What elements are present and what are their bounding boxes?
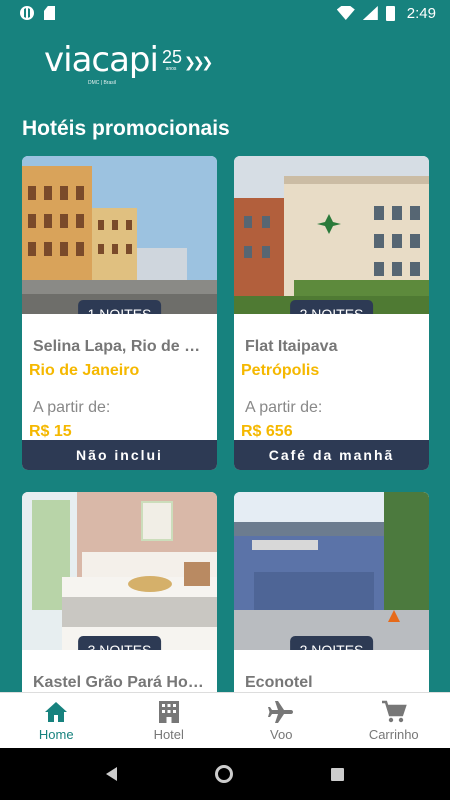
- hotel-photo: 3 NOITES: [22, 492, 217, 650]
- battery-icon: [385, 5, 395, 21]
- nav-label: Home: [38, 726, 74, 742]
- brand-tagline: DMC | Brasil: [88, 80, 116, 86]
- clock: 2:49: [406, 4, 436, 22]
- nav-voo[interactable]: Voo: [225, 693, 338, 748]
- brand-anos: anos: [165, 66, 177, 72]
- home-icon: [43, 700, 69, 724]
- section-title-bold: Hotéis: [22, 117, 87, 140]
- brand-chevrons-icon: ❯❯❯: [184, 54, 213, 70]
- hotel-price: R$ 656: [241, 423, 293, 440]
- section-title-rest: promocionais: [92, 117, 230, 140]
- board-type: Café da manhã: [234, 440, 429, 470]
- hotel-photo: 2 NOITES: [234, 156, 429, 314]
- cart-icon: [381, 700, 407, 724]
- hotel-name: Selina Lapa, Rio de J...: [33, 338, 205, 355]
- hotel-price: R$ 15: [29, 423, 72, 440]
- nav-hotel[interactable]: Hotel: [113, 693, 226, 748]
- sd-card-icon: [44, 6, 55, 20]
- nav-label: Hotel: [153, 726, 184, 742]
- hotel-city: Petrópolis: [241, 362, 320, 379]
- hotel-photo: 1 NOITES: [22, 156, 217, 314]
- hotel-photo: 2 NOITES: [234, 492, 429, 650]
- hotel-card[interactable]: 1 NOITES Selina Lapa, Rio de J... Rio de…: [22, 156, 217, 470]
- brand-anniversary: 25: [161, 47, 182, 67]
- system-navigation-bar: [0, 748, 450, 800]
- price-prefix: A partir de:: [33, 399, 111, 416]
- hotel-name: Flat Itaipava: [245, 338, 338, 355]
- status-bar: 2:49: [0, 0, 450, 26]
- hotel-name: Kastel Grão Pará Hot...: [33, 674, 205, 691]
- section-title: Hotéis promocionais: [22, 117, 230, 141]
- back-icon[interactable]: [106, 767, 117, 781]
- nights-badge: 1 NOITES: [77, 300, 162, 314]
- plane-icon: [268, 700, 294, 724]
- hotel-city: Rio de Janeiro: [29, 362, 140, 379]
- recent-apps-icon[interactable]: [331, 767, 344, 781]
- wifi-icon: [336, 6, 355, 20]
- nav-home[interactable]: Home: [0, 693, 113, 748]
- nav-label: Carrinho: [368, 726, 419, 742]
- nights-badge: 2 NOITES: [289, 300, 374, 314]
- notification-icon: [20, 6, 34, 20]
- hotel-name: Econotel: [245, 674, 313, 691]
- nights-badge: 3 NOITES: [77, 636, 162, 650]
- brand-name: viacapi: [44, 40, 159, 80]
- nav-carrinho[interactable]: Carrinho: [338, 693, 450, 748]
- signal-icon: [362, 6, 378, 20]
- hotel-icon: [156, 700, 182, 724]
- home-circle-icon[interactable]: [215, 765, 233, 783]
- nights-badge: 2 NOITES: [289, 636, 374, 650]
- bottom-navigation: Home Hotel Voo Carrinho: [0, 692, 450, 748]
- board-type: Não inclui: [22, 440, 217, 470]
- nav-label: Voo: [270, 726, 293, 742]
- hotel-card[interactable]: 2 NOITES Flat Itaipava Petrópolis A part…: [234, 156, 429, 470]
- price-prefix: A partir de:: [245, 399, 323, 416]
- brand-logo: viacapi 25 anos ❯❯❯ DMC | Brasil: [44, 40, 213, 90]
